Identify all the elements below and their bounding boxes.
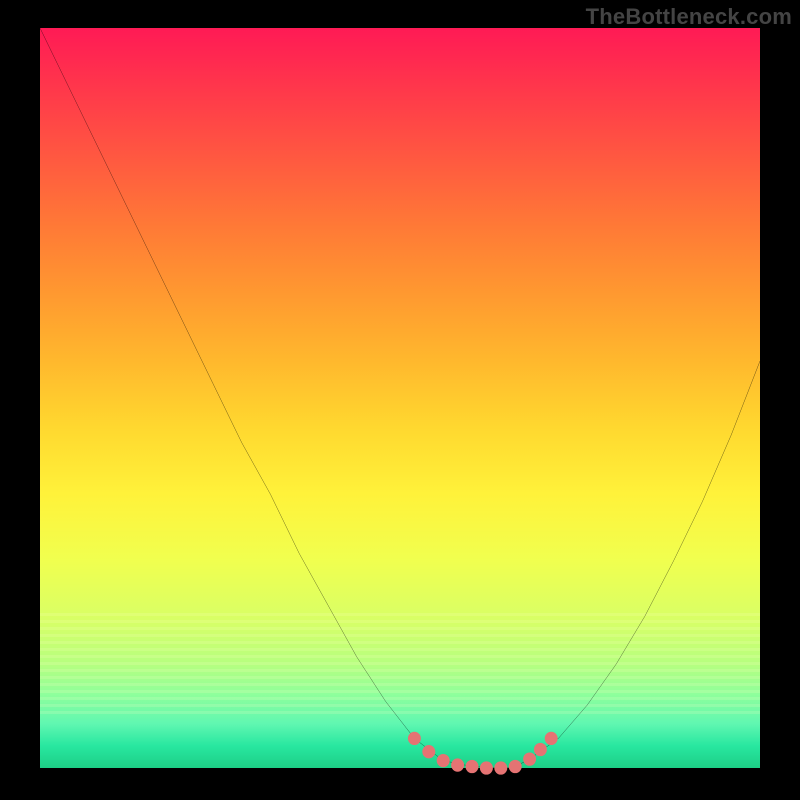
optimal-range-dots <box>408 732 558 775</box>
optimal-dot <box>509 760 522 773</box>
optimal-dot <box>408 732 421 745</box>
optimal-dot <box>494 761 507 774</box>
curve-layer <box>40 28 760 768</box>
chart-frame: TheBottleneck.com <box>0 0 800 800</box>
optimal-dot <box>480 761 493 774</box>
optimal-dot <box>437 754 450 767</box>
bottleneck-curve <box>40 28 760 768</box>
optimal-dot <box>451 758 464 771</box>
optimal-dot <box>534 743 547 756</box>
attribution-text: TheBottleneck.com <box>586 4 792 30</box>
optimal-dot <box>466 760 479 773</box>
optimal-dot <box>523 752 536 765</box>
optimal-dot <box>422 745 435 758</box>
optimal-dot <box>545 732 558 745</box>
